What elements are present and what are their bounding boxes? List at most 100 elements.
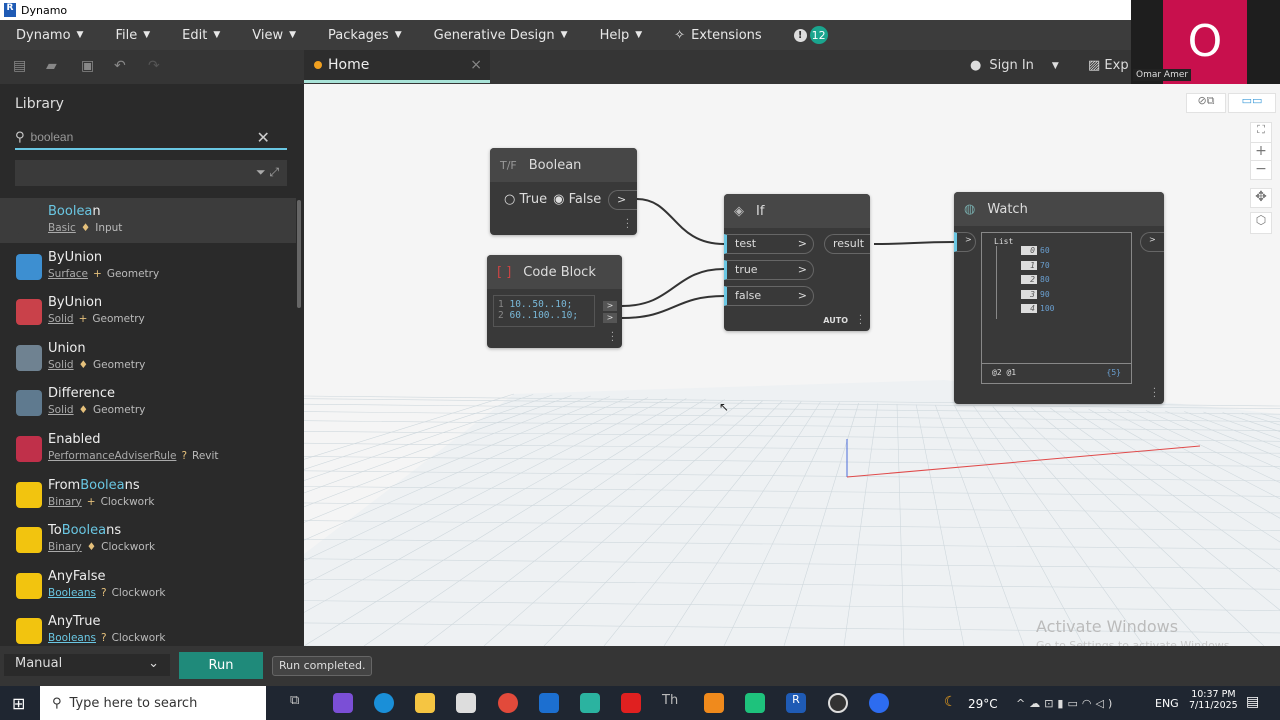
taskbar-search[interactable]: ⚲ Type here to search bbox=[40, 686, 266, 720]
watch-node[interactable]: ◍ Watch > > List 0 60 1 70 2 80 3 90 4 100 @2 @1 {5… bbox=[954, 192, 1164, 404]
menu-help[interactable]: Help ▼ bbox=[584, 28, 659, 43]
media-player-icon[interactable] bbox=[828, 693, 848, 713]
wire bbox=[621, 295, 725, 319]
output-port[interactable]: > bbox=[608, 190, 637, 210]
input-port[interactable]: > bbox=[954, 232, 976, 252]
new-file-icon[interactable]: ▤ bbox=[13, 58, 26, 74]
edge-icon[interactable] bbox=[374, 693, 394, 713]
zoom-in-icon[interactable]: + bbox=[1250, 142, 1272, 162]
undo-icon[interactable]: ↶ bbox=[114, 58, 126, 74]
input-port-true[interactable]: true > bbox=[724, 260, 814, 280]
filter-icon[interactable]: ⏷ bbox=[256, 165, 266, 179]
menu-generative-design[interactable]: Generative Design ▼ bbox=[418, 28, 584, 43]
code-line: 60..100..10; bbox=[509, 310, 579, 321]
notification-center-icon[interactable]: ▤ bbox=[1246, 694, 1259, 710]
menu-view[interactable]: View ▼ bbox=[236, 28, 312, 43]
boolean-node[interactable]: T/F Boolean ○ True ◉ False > · · · bbox=[490, 148, 637, 235]
graph-view-button[interactable]: ▭▭ bbox=[1228, 93, 1276, 113]
list-index: 0 bbox=[1021, 246, 1037, 255]
category-link[interactable]: Solid bbox=[48, 313, 74, 325]
geometry-view-button[interactable]: ⊘⧉ bbox=[1186, 93, 1226, 113]
file-explorer-icon[interactable] bbox=[415, 693, 435, 713]
library-item[interactable]: FromBooleans Binary + Clockwork bbox=[0, 472, 296, 517]
revit-icon[interactable]: R bbox=[786, 693, 806, 713]
language-indicator[interactable]: ENG bbox=[1155, 697, 1179, 710]
if-node[interactable]: ◈ If test > true > false > result AUTO · · · bbox=[724, 194, 870, 331]
run-button[interactable]: Run bbox=[179, 652, 263, 679]
library-scrollbar[interactable] bbox=[297, 200, 301, 308]
radio-false[interactable]: ◉ False bbox=[553, 192, 601, 207]
library-item[interactable]: ByUnion Surface + Geometry bbox=[0, 244, 296, 289]
export-button[interactable]: ▨ Exp bbox=[1088, 58, 1129, 73]
library-item[interactable]: Union Solid ♦ Geometry bbox=[0, 335, 296, 380]
copilot-icon[interactable] bbox=[333, 693, 353, 713]
category-link[interactable]: PerformanceAdviserRule bbox=[48, 450, 176, 462]
node-menu-icon[interactable]: · · · bbox=[611, 329, 614, 347]
library-item[interactable]: AnyFalse Booleans? Clockwork bbox=[0, 563, 296, 608]
library-item[interactable]: ToBooleans Binary ♦ Clockwork bbox=[0, 517, 296, 562]
notifications-button[interactable]: ! 12 bbox=[778, 26, 844, 44]
vlc-icon[interactable] bbox=[704, 693, 724, 713]
sign-in-button[interactable]: ● Sign In ▼ bbox=[970, 58, 1059, 73]
library-item[interactable]: ByUnion Solid + Geometry bbox=[0, 289, 296, 334]
orbit-icon[interactable]: ⬡ bbox=[1250, 212, 1272, 234]
save-icon[interactable]: ▣ bbox=[81, 58, 94, 74]
run-mode-select[interactable]: Manual ⌄ bbox=[4, 654, 170, 676]
library-item[interactable]: Boolean Basic ♦ Input bbox=[0, 198, 296, 243]
output-port-result[interactable]: result bbox=[824, 234, 870, 254]
node-menu-icon[interactable]: · · · bbox=[1153, 385, 1156, 403]
category-link[interactable]: Binary bbox=[48, 541, 82, 553]
youtube-icon[interactable] bbox=[621, 693, 641, 713]
zoom-out-icon[interactable]: − bbox=[1250, 160, 1272, 180]
category-link[interactable]: Basic bbox=[48, 222, 76, 234]
snipping-tool-icon[interactable] bbox=[580, 693, 600, 713]
library-item[interactable]: Difference Solid ♦ Geometry bbox=[0, 380, 296, 425]
expand-icon[interactable]: ⤢ bbox=[269, 165, 279, 179]
category-link[interactable]: Booleans bbox=[48, 587, 96, 599]
task-view-icon[interactable]: ⧉ bbox=[290, 693, 310, 713]
store-icon[interactable] bbox=[456, 693, 476, 713]
node-title: Code Block bbox=[523, 264, 596, 280]
menu-dynamo[interactable]: Dynamo ▼ bbox=[0, 28, 99, 43]
output-port[interactable]: > bbox=[603, 301, 617, 311]
redo-icon[interactable]: ↷ bbox=[148, 58, 160, 74]
input-port-test[interactable]: test > bbox=[724, 234, 814, 254]
library-item-title: FromBooleans bbox=[48, 477, 140, 493]
output-port[interactable]: > bbox=[1140, 232, 1164, 252]
close-tab-icon[interactable]: × bbox=[470, 57, 482, 73]
tab-home[interactable]: Home × bbox=[304, 50, 490, 83]
search-icon: ⚲ bbox=[52, 695, 62, 711]
category-link[interactable]: Solid bbox=[48, 359, 74, 371]
clock[interactable]: 10:37 PM 7/11/2025 bbox=[1189, 689, 1238, 711]
graph-canvas[interactable]: T/F Boolean ○ True ◉ False > · · · [ ] Code … bbox=[304, 84, 1280, 646]
windows-start-icon[interactable]: ⊞ bbox=[12, 694, 25, 713]
library-item[interactable]: Enabled PerformanceAdviserRule? Revit bbox=[0, 426, 296, 471]
th-app-icon[interactable]: Th bbox=[662, 693, 682, 713]
node-menu-icon[interactable]: · · · bbox=[859, 312, 862, 330]
category-link[interactable]: Solid bbox=[48, 404, 74, 416]
input-port-false[interactable]: false > bbox=[724, 286, 814, 306]
category-link[interactable]: Surface bbox=[48, 268, 88, 280]
menu-file[interactable]: File ▼ bbox=[99, 28, 166, 43]
menu-packages[interactable]: Packages ▼ bbox=[312, 28, 418, 43]
zoom-fit-icon[interactable]: ⛶ bbox=[1250, 122, 1272, 144]
outlook-icon[interactable] bbox=[539, 693, 559, 713]
output-port[interactable]: > bbox=[603, 313, 617, 323]
system-tray-icons[interactable]: ^☁⊡▮▭◠◁) bbox=[1016, 697, 1116, 710]
menu-edit[interactable]: Edit ▼ bbox=[166, 28, 236, 43]
watch-tree[interactable]: List 0 60 1 70 2 80 3 90 4 100 @2 @1 {5} bbox=[981, 232, 1132, 384]
code-block-node[interactable]: [ ] Code Block 1 10..50..10; 2 60..100..1… bbox=[487, 255, 622, 348]
category-link[interactable]: Booleans bbox=[48, 632, 96, 644]
pan-icon[interactable]: ✥ bbox=[1250, 188, 1272, 208]
clear-search-icon[interactable]: ✕ bbox=[257, 128, 270, 147]
pycharm-icon[interactable] bbox=[745, 693, 765, 713]
code-editor[interactable]: 1 10..50..10; 2 60..100..10; bbox=[493, 295, 595, 327]
search-input[interactable] bbox=[30, 130, 251, 144]
open-file-icon[interactable]: ▰ bbox=[46, 58, 57, 74]
radio-true[interactable]: ○ True bbox=[504, 192, 547, 207]
chrome-icon[interactable] bbox=[498, 693, 518, 713]
category-link[interactable]: Binary bbox=[48, 496, 82, 508]
zoom-icon[interactable] bbox=[869, 693, 889, 713]
menu-extensions[interactable]: ✧ Extensions bbox=[658, 28, 778, 43]
node-menu-icon[interactable]: · · · bbox=[626, 216, 629, 234]
